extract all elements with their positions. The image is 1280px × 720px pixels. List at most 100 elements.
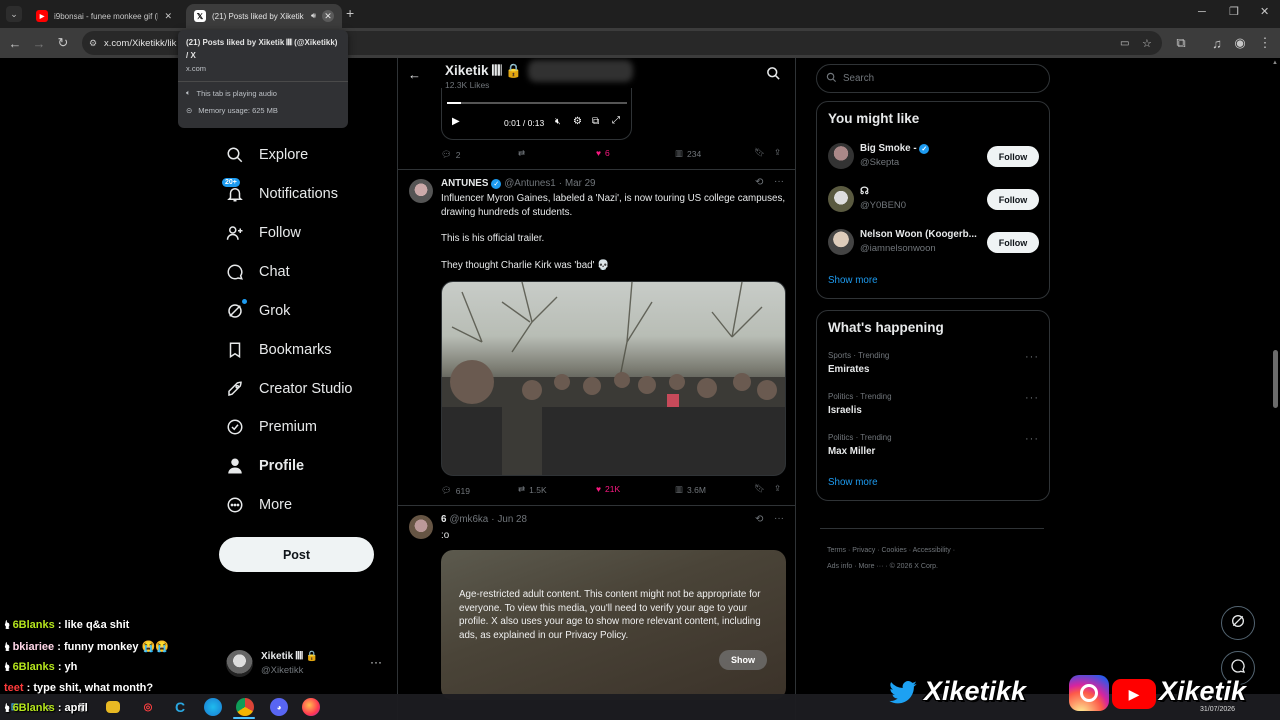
profile-icon[interactable]: ◉ bbox=[1231, 34, 1249, 52]
speaker-icon[interactable]: 🔊︎ bbox=[311, 11, 316, 21]
share-button[interactable]: ⇪ bbox=[774, 147, 781, 158]
reply-button[interactable]: 💬︎ 2 bbox=[441, 149, 461, 160]
avatar[interactable] bbox=[409, 515, 433, 539]
nav-item-follow[interactable]: Follow bbox=[225, 220, 301, 246]
more-icon[interactable]: ··· bbox=[774, 513, 784, 524]
fullscreen-icon[interactable]: ⤢ bbox=[612, 115, 620, 126]
author-handle[interactable]: @mk6ka bbox=[449, 514, 488, 525]
views-button[interactable]: ▥ 3.6M bbox=[675, 484, 706, 495]
show-more-link[interactable]: Show more bbox=[828, 477, 878, 488]
scroll-up-icon[interactable]: ▲ bbox=[1272, 60, 1278, 66]
settings-icon[interactable]: ⚙ bbox=[573, 116, 582, 127]
nav-item-premium[interactable]: Premium bbox=[225, 414, 317, 440]
more-icon[interactable]: ··· bbox=[774, 176, 784, 187]
scrollbar-thumb[interactable] bbox=[1273, 350, 1278, 408]
nav-item-more[interactable]: More bbox=[225, 492, 292, 518]
repost-button[interactable]: ⇄ 1.5K bbox=[518, 484, 547, 495]
more-icon[interactable]: ··· bbox=[370, 655, 382, 669]
follow-button[interactable]: Follow bbox=[987, 189, 1039, 210]
tweet-date[interactable]: Mar 29 bbox=[565, 178, 596, 189]
mute-icon[interactable]: 🔇︎ bbox=[555, 116, 561, 127]
ccleaner-icon[interactable]: C bbox=[171, 698, 189, 716]
restore-icon[interactable]: ❐ bbox=[1229, 5, 1239, 18]
bookmark-button[interactable]: 🔖︎ bbox=[754, 483, 765, 494]
grok-icon[interactable]: ⟲ bbox=[755, 177, 763, 188]
footer-link-accessibility[interactable]: Accessibility bbox=[913, 547, 951, 554]
footer-link-cookies[interactable]: Cookies bbox=[881, 547, 906, 554]
back-icon[interactable]: ← bbox=[6, 34, 24, 52]
play-icon[interactable]: ▶ bbox=[452, 116, 460, 127]
new-tab-icon[interactable]: + bbox=[346, 5, 354, 21]
app-icon[interactable]: ◎ bbox=[139, 698, 157, 716]
footer-link-ads-info[interactable]: Ads info bbox=[827, 563, 852, 570]
author-handle[interactable]: @Antunes1 bbox=[504, 178, 555, 189]
suggestion-name[interactable]: Big Smoke - ✓ bbox=[860, 143, 982, 154]
minimize-icon[interactable]: ─ bbox=[1198, 6, 1206, 18]
suggestion-name[interactable]: Nelson Woon (Koogerb... bbox=[860, 229, 982, 240]
author-name[interactable]: 6 bbox=[441, 514, 446, 525]
search-input[interactable]: Search bbox=[816, 64, 1050, 93]
author-name[interactable]: ANTUNES bbox=[441, 178, 488, 189]
suggestion-name[interactable]: ☊ bbox=[860, 186, 982, 197]
more-icon[interactable]: ··· bbox=[1025, 433, 1039, 445]
tweet-text: :o bbox=[441, 530, 450, 541]
follow-button[interactable]: Follow bbox=[987, 232, 1039, 253]
footer-link-more[interactable]: More ··· bbox=[859, 563, 884, 570]
firefox-icon[interactable] bbox=[302, 698, 320, 716]
discord-icon[interactable]: ◕ bbox=[270, 698, 288, 716]
repost-button[interactable]: ⇄ bbox=[518, 148, 529, 159]
footer-link-terms[interactable]: Terms bbox=[827, 547, 846, 554]
tab-youtube[interactable]: ▶ i9bonsai - funee monkee gif (M... ✕ bbox=[28, 4, 180, 28]
close-icon[interactable]: ✕ bbox=[322, 10, 334, 22]
window-close-icon[interactable]: ✕ bbox=[1260, 5, 1269, 18]
avatar[interactable] bbox=[828, 229, 854, 255]
tweet-media-image[interactable] bbox=[441, 281, 786, 476]
extensions-icon[interactable]: ⧉ bbox=[1172, 34, 1190, 52]
site-info-icon[interactable]: ⚙ bbox=[89, 38, 97, 49]
chrome-icon[interactable] bbox=[236, 698, 254, 716]
nav-item-bookmarks[interactable]: Bookmarks bbox=[225, 337, 332, 363]
forward-icon[interactable]: → bbox=[30, 34, 48, 52]
views-button[interactable]: ▥ 234 bbox=[675, 148, 701, 159]
share-button[interactable]: ⇪ bbox=[774, 483, 781, 494]
more-icon[interactable]: ··· bbox=[1025, 351, 1039, 363]
bookmark-button[interactable]: 🔖︎ bbox=[754, 147, 765, 158]
tab-x-likes[interactable]: 𝕏 (21) Posts liked by Xiketik | X 🔊︎ ✕ bbox=[186, 4, 342, 28]
tab-search-icon[interactable]: ⌄ bbox=[6, 6, 22, 22]
footer-link-privacy[interactable]: Privacy bbox=[852, 547, 875, 554]
more-icon[interactable]: ··· bbox=[1025, 392, 1039, 404]
cast-icon[interactable]: ▭ bbox=[1120, 38, 1129, 49]
menu-icon[interactable]: ⋮ bbox=[1256, 34, 1274, 52]
media-control-icon[interactable]: ♫ bbox=[1208, 34, 1226, 52]
reload-icon[interactable]: ↻ bbox=[54, 34, 72, 52]
grok-icon[interactable]: ⟲ bbox=[755, 514, 763, 525]
nav-item-chat[interactable]: Chat bbox=[225, 259, 290, 285]
tweet-date[interactable]: Jun 28 bbox=[498, 514, 527, 525]
nav-item-notifications[interactable]: 20+ Notifications bbox=[222, 178, 338, 207]
like-button[interactable]: ♥ 21K bbox=[596, 484, 620, 494]
star-icon[interactable]: ☆ bbox=[1142, 37, 1152, 50]
file-explorer-icon[interactable] bbox=[106, 701, 120, 713]
show-more-link[interactable]: Show more bbox=[828, 275, 878, 286]
close-icon[interactable]: ✕ bbox=[164, 11, 172, 22]
reply-button[interactable]: 💬︎ 619 bbox=[441, 485, 470, 496]
edge-icon[interactable] bbox=[204, 698, 222, 716]
video-player[interactable]: ▶ 0:01 / 0:13 🔇︎ ⚙ ⧉ ⤢ bbox=[441, 88, 632, 140]
back-arrow-icon[interactable]: ← bbox=[408, 67, 421, 82]
follow-button[interactable]: Follow bbox=[987, 146, 1039, 167]
scrollbar[interactable]: ▲ bbox=[1271, 58, 1279, 694]
like-button[interactable]: ♥ 6 bbox=[596, 148, 610, 158]
show-media-button[interactable]: Show bbox=[719, 650, 767, 670]
search-icon[interactable] bbox=[766, 66, 781, 86]
avatar[interactable] bbox=[828, 186, 854, 212]
video-progress-track[interactable] bbox=[447, 102, 627, 104]
nav-item-creator-studio[interactable]: Creator Studio bbox=[225, 376, 353, 402]
avatar[interactable] bbox=[409, 179, 433, 203]
post-button[interactable]: Post bbox=[219, 537, 374, 572]
nav-item-grok[interactable]: Grok bbox=[225, 298, 290, 324]
pip-icon[interactable]: ⧉ bbox=[592, 116, 599, 127]
grok-floating-button[interactable] bbox=[1221, 606, 1255, 640]
nav-item-profile[interactable]: Profile bbox=[225, 453, 304, 479]
nav-item-explore[interactable]: Explore bbox=[225, 142, 308, 168]
avatar[interactable] bbox=[828, 143, 854, 169]
